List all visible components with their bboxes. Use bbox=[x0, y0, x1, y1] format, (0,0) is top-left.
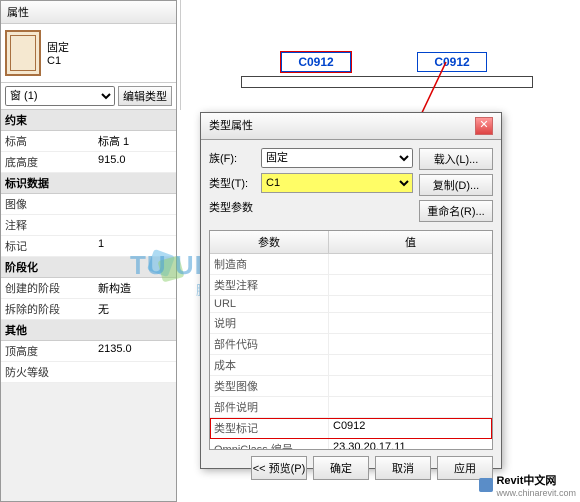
section-other: 其他 bbox=[1, 320, 176, 341]
row-comments[interactable]: 注释 bbox=[1, 215, 176, 236]
load-button[interactable]: 载入(L)... bbox=[419, 148, 493, 170]
rename-button[interactable]: 重命名(R)... bbox=[419, 200, 493, 222]
dialog-title: 类型属性 bbox=[209, 117, 253, 135]
type-info: 固定 C1 bbox=[47, 39, 172, 67]
wall-element[interactable] bbox=[241, 76, 533, 88]
canvas-area[interactable]: C0912 C0912 bbox=[180, 0, 580, 110]
watermark-logo bbox=[150, 252, 190, 282]
row-head[interactable]: 顶高度2135.0 bbox=[1, 341, 176, 362]
param-row[interactable]: 部件代码 bbox=[210, 334, 492, 355]
section-idata: 标识数据 bbox=[1, 173, 176, 194]
row-level[interactable]: 标高标高 1 bbox=[1, 131, 176, 152]
window-tag-2[interactable]: C0912 bbox=[417, 52, 487, 72]
properties-title: 属性 bbox=[1, 1, 176, 24]
param-row[interactable]: 类型标记C0912 bbox=[210, 418, 492, 439]
row-fire[interactable]: 防火等级 bbox=[1, 362, 176, 383]
param-row[interactable]: 成本 bbox=[210, 355, 492, 376]
param-row[interactable]: 类型注释 bbox=[210, 275, 492, 296]
cancel-button[interactable]: 取消 bbox=[375, 456, 431, 480]
col-param: 参数 bbox=[210, 231, 329, 253]
footer-name: Revit中文网 bbox=[496, 472, 576, 488]
duplicate-button[interactable]: 复制(D)... bbox=[419, 174, 493, 196]
edit-type-button[interactable]: 编辑类型 bbox=[118, 86, 172, 106]
preview-button[interactable]: << 预览(P) bbox=[251, 456, 307, 480]
family-name: 固定 bbox=[47, 39, 172, 55]
revit-logo-icon bbox=[479, 478, 493, 492]
dialog-titlebar[interactable]: 类型属性 ✕ bbox=[201, 113, 501, 140]
row-image[interactable]: 图像 bbox=[1, 194, 176, 215]
type-select[interactable]: C1 bbox=[261, 173, 413, 193]
family-select[interactable]: 固定 bbox=[261, 148, 413, 168]
col-value: 值 bbox=[329, 231, 492, 253]
family-thumbnail bbox=[5, 30, 41, 76]
params-label: 类型参数 bbox=[209, 199, 413, 215]
type-label: 类型(T): bbox=[209, 175, 257, 191]
type-selector[interactable]: 固定 C1 bbox=[1, 24, 176, 83]
param-table: 参数 值 制造商类型注释URL说明部件代码成本类型图像部件说明类型标记C0912… bbox=[209, 230, 493, 450]
param-row[interactable]: 说明 bbox=[210, 313, 492, 334]
footer-url: www.chinarevit.com bbox=[496, 488, 576, 498]
footer-attribution: Revit中文网 www.chinarevit.com bbox=[479, 472, 576, 498]
row-demolished[interactable]: 拆除的阶段无 bbox=[1, 299, 176, 320]
param-header: 参数 值 bbox=[210, 231, 492, 254]
row-sill[interactable]: 底高度915.0 bbox=[1, 152, 176, 173]
filter-combo[interactable]: 窗 (1) bbox=[5, 86, 115, 106]
ok-button[interactable]: 确定 bbox=[313, 456, 369, 480]
family-label: 族(F): bbox=[209, 150, 257, 166]
close-icon[interactable]: ✕ bbox=[475, 117, 493, 135]
param-body[interactable]: 制造商类型注释URL说明部件代码成本类型图像部件说明类型标记C0912OmniC… bbox=[210, 254, 492, 449]
param-row[interactable]: 类型图像 bbox=[210, 376, 492, 397]
section-constraints: 约束 bbox=[1, 110, 176, 131]
property-grid: 约束 标高标高 1 底高度915.0 标识数据 图像 注释 标记1 阶段化 创建… bbox=[1, 110, 176, 383]
param-row[interactable]: 部件说明 bbox=[210, 397, 492, 418]
window-tag-1[interactable]: C0912 bbox=[281, 52, 351, 72]
param-row[interactable]: OmniClass 编号23.30.20.17.11 bbox=[210, 439, 492, 449]
type-name: C1 bbox=[47, 55, 172, 67]
properties-panel: 属性 固定 C1 窗 (1) 编辑类型 约束 标高标高 1 底高度915.0 标… bbox=[0, 0, 177, 502]
type-properties-dialog: 类型属性 ✕ 族(F): 固定 类型(T): C1 类型参数 载入(L)... … bbox=[200, 112, 502, 469]
param-row[interactable]: 制造商 bbox=[210, 254, 492, 275]
param-row[interactable]: URL bbox=[210, 296, 492, 313]
